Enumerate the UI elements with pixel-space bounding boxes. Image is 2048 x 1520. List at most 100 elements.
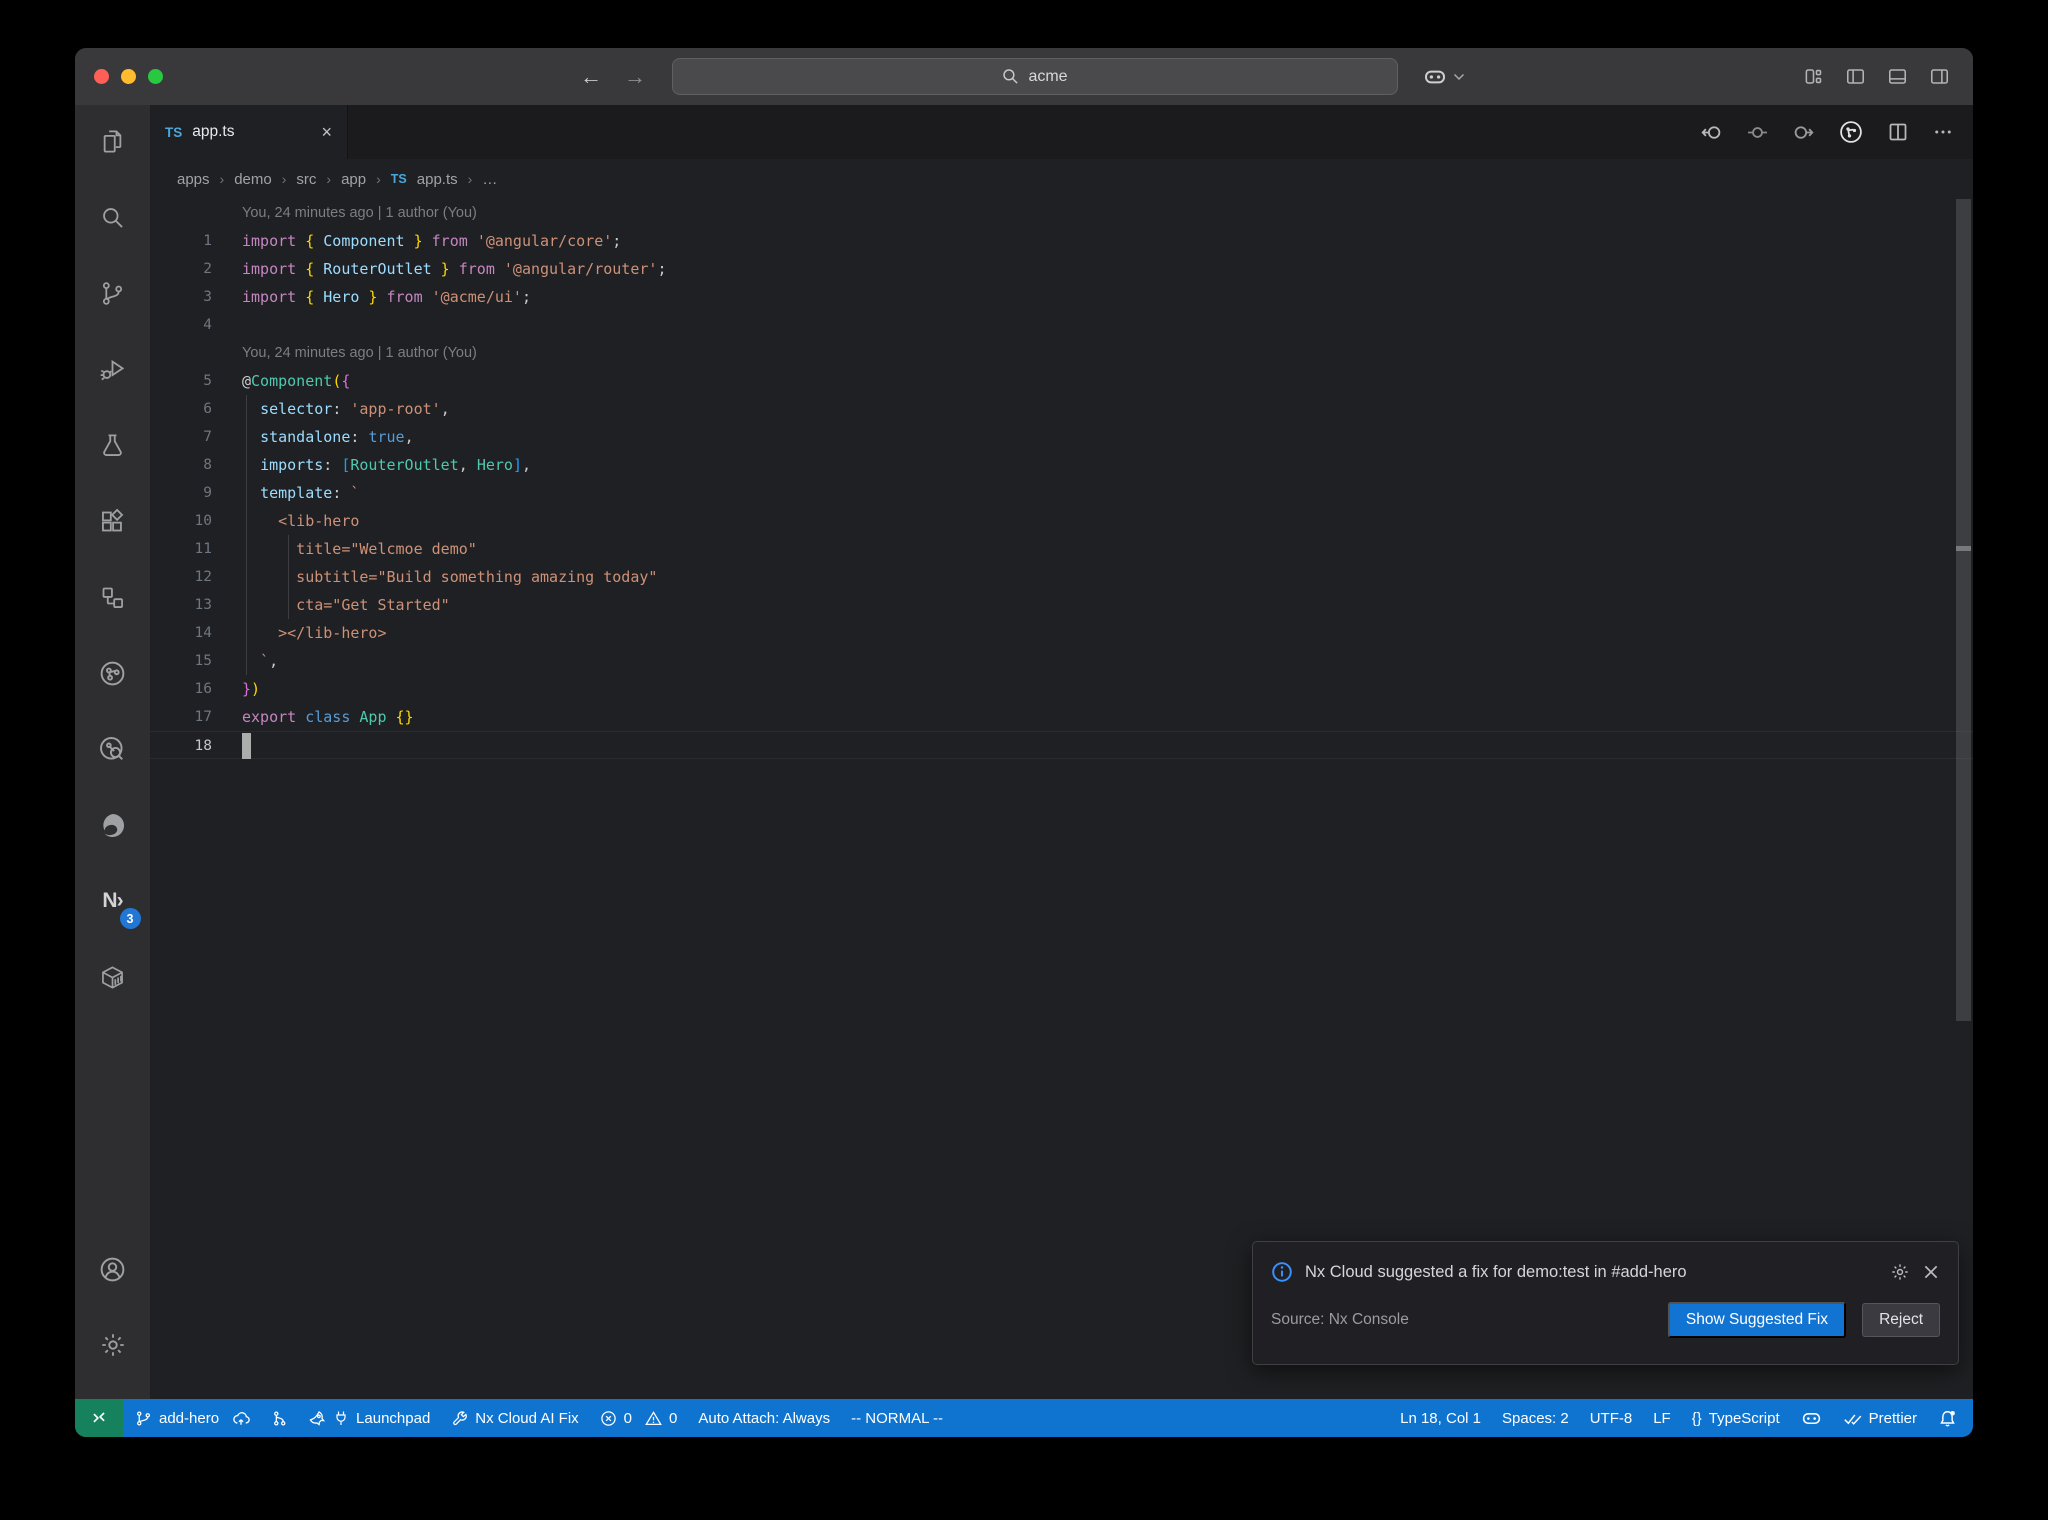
code-editor[interactable]: You, 24 minutes ago | 1 author (You) 1 imp… <box>150 199 1973 1399</box>
code-line-5[interactable]: 5 @Component({ <box>150 367 1973 395</box>
accounts-button[interactable] <box>89 1245 137 1293</box>
settings-button[interactable] <box>89 1321 137 1369</box>
code-line-18[interactable]: 18 <box>150 731 1973 759</box>
sidebar-item-source-control[interactable] <box>89 269 137 317</box>
scrollbar-thumb[interactable] <box>1956 199 1971 1021</box>
breadcrumb-apps[interactable]: apps <box>177 171 210 188</box>
close-notification-icon[interactable] <box>1922 1263 1940 1281</box>
code-line-17[interactable]: 17 export class App {} <box>150 703 1973 731</box>
code-line-16[interactable]: 16}) <box>150 675 1973 703</box>
edge-browser-icon <box>103 813 125 837</box>
sidebar-item-extensions[interactable] <box>89 497 137 545</box>
current-frame-icon[interactable] <box>1747 122 1768 143</box>
sidebar-item-search[interactable] <box>89 193 137 241</box>
language-label: TypeScript <box>1708 1409 1780 1427</box>
code-line-9[interactable]: 9 template: ` <box>150 479 1973 507</box>
problems-status[interactable]: 0 0 <box>600 1410 677 1427</box>
code-line-6[interactable]: 6 selector: 'app-root', <box>150 395 1973 423</box>
notifications-bell[interactable] <box>1938 1409 1957 1428</box>
notification-title: Nx Cloud suggested a fix for demo:test i… <box>1305 1262 1687 1281</box>
source-control-graph-status[interactable] <box>271 1410 288 1427</box>
copilot-icon[interactable] <box>1423 65 1447 89</box>
code-line-3[interactable]: 3 import { Hero } from '@acme/ui'; <box>150 283 1973 311</box>
sidebar-item-containers[interactable] <box>89 953 137 1001</box>
sidebar-item-nx-console[interactable]: N› 3 <box>89 877 141 929</box>
vim-mode-label: -- NORMAL -- <box>851 1409 944 1427</box>
chevron-down-icon[interactable] <box>1453 73 1465 81</box>
breadcrumb-file[interactable]: app.ts <box>417 171 458 188</box>
editor-scrollbar[interactable] <box>1956 199 1971 1399</box>
command-center-search[interactable]: acme <box>672 58 1398 95</box>
auto-attach-status[interactable]: Auto Attach: Always <box>698 1410 830 1427</box>
go-back-icon[interactable] <box>1701 122 1722 143</box>
nx-logo-icon: N› <box>102 889 123 912</box>
language-mode-status[interactable]: {} TypeScript <box>1692 1410 1780 1427</box>
line-number: 5 <box>203 373 212 389</box>
sidebar-item-hierarchy[interactable] <box>89 573 137 621</box>
toggle-panel-icon[interactable] <box>1888 67 1907 86</box>
code-line-2[interactable]: 2 import { RouterOutlet } from '@angular/… <box>150 255 1973 283</box>
reject-button[interactable]: Reject <box>1862 1303 1940 1337</box>
account-icon <box>100 1257 125 1281</box>
sidebar-item-nx-run[interactable] <box>89 649 137 697</box>
copilot-status[interactable] <box>1801 1408 1822 1429</box>
code-line-1[interactable]: 1 import { Component } from '@angular/cor… <box>150 227 1973 255</box>
go-forward-icon[interactable] <box>1793 122 1814 143</box>
code-line-12[interactable]: 12 subtitle="Build something amazing tod… <box>150 563 1973 591</box>
vscode-window: ← → acme N› 3 TS app.ts × apps › demo › … <box>75 48 1973 1437</box>
notification-settings-gear-icon[interactable] <box>1890 1262 1910 1282</box>
git-branch-status[interactable]: add-hero <box>135 1409 250 1427</box>
toggle-primary-sidebar-icon[interactable] <box>1846 67 1865 86</box>
history-back-icon[interactable]: ← <box>580 64 602 90</box>
indentation-status[interactable]: Spaces: 2 <box>1502 1410 1569 1427</box>
code-line-7[interactable]: 7 standalone: true, <box>150 423 1973 451</box>
breadcrumb-symbol-more[interactable]: … <box>482 171 497 188</box>
eol-status[interactable]: LF <box>1653 1410 1671 1427</box>
breadcrumb-src[interactable]: src <box>296 171 316 188</box>
line-number: 8 <box>203 457 212 473</box>
sidebar-item-edge-browser[interactable] <box>89 801 137 849</box>
sidebar-item-nx-graph-search[interactable] <box>89 725 137 773</box>
activity-bar: N› 3 <box>75 105 150 1399</box>
vim-mode-status[interactable]: -- NORMAL -- <box>851 1410 943 1427</box>
more-actions-icon[interactable] <box>1933 122 1953 142</box>
breadcrumb-app[interactable]: app <box>341 171 366 188</box>
copilot-icon <box>1802 1412 1820 1424</box>
zoom-window-button[interactable] <box>148 69 163 84</box>
encoding-status[interactable]: UTF-8 <box>1590 1410 1633 1427</box>
info-icon <box>1272 1262 1292 1282</box>
toggle-secondary-sidebar-icon[interactable] <box>1930 67 1949 86</box>
code-line-14[interactable]: 14 ></lib-hero> <box>150 619 1973 647</box>
breadcrumb-demo[interactable]: demo <box>234 171 272 188</box>
split-editor-icon[interactable] <box>1888 122 1908 142</box>
search-query-text: acme <box>1028 67 1068 85</box>
nx-run-target-icon[interactable] <box>1839 120 1863 144</box>
sidebar-item-explorer[interactable] <box>89 117 137 165</box>
code-line-4[interactable]: 4 <box>150 311 1973 339</box>
launchpad-status[interactable]: Launchpad <box>309 1410 430 1427</box>
customize-layout-icon[interactable] <box>1804 67 1823 86</box>
sidebar-item-testing[interactable] <box>89 421 137 469</box>
code-line-11[interactable]: 11 title="Welcmoe demo" <box>150 535 1973 563</box>
brackets-icon: {} <box>1691 1409 1702 1427</box>
remote-indicator[interactable] <box>75 1399 123 1437</box>
close-tab-icon[interactable]: × <box>321 122 332 143</box>
minimize-window-button[interactable] <box>121 69 136 84</box>
code-line-8[interactable]: 8 imports: [RouterOutlet, Hero], <box>150 451 1973 479</box>
search-icon <box>103 207 123 228</box>
cursor-position-status[interactable]: Ln 18, Col 1 <box>1400 1410 1481 1427</box>
sidebar-item-run-debug[interactable] <box>89 345 137 393</box>
code-line-13[interactable]: 13 cta="Get Started" <box>150 591 1973 619</box>
code-line-10[interactable]: 10 <lib-hero <box>150 507 1973 535</box>
line-number: 13 <box>194 597 212 613</box>
code-line-15[interactable]: 15 `, <box>150 647 1973 675</box>
breadcrumb: apps › demo › src › app › TS app.ts › … <box>150 159 1973 199</box>
tab-app-ts[interactable]: TS app.ts × <box>150 105 348 159</box>
line-number: 11 <box>194 541 212 557</box>
show-suggested-fix-button[interactable]: Show Suggested Fix <box>1667 1302 1847 1338</box>
git-graph-icon <box>274 1410 286 1426</box>
history-forward-icon[interactable]: → <box>624 64 646 90</box>
nx-cloud-fix-status[interactable]: Nx Cloud AI Fix <box>451 1410 579 1427</box>
formatter-status[interactable]: Prettier <box>1843 1409 1917 1428</box>
close-window-button[interactable] <box>94 69 109 84</box>
